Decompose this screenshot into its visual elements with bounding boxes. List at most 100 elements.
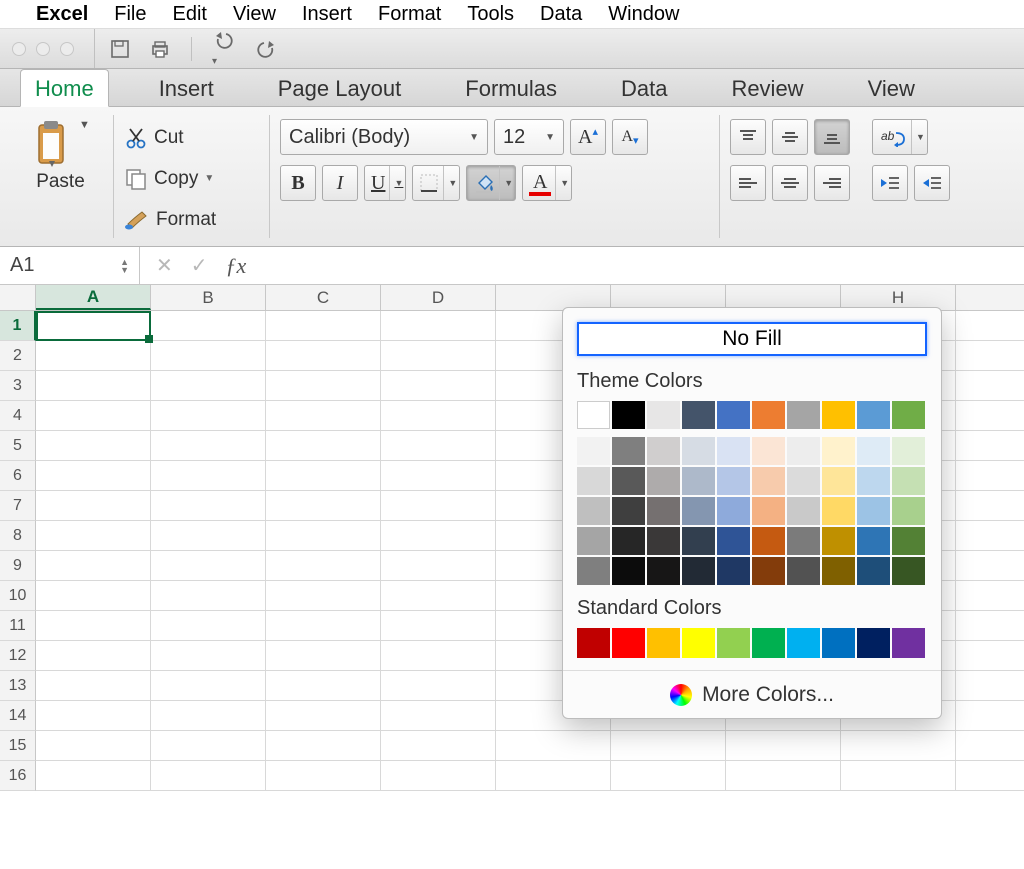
cell[interactable] (611, 761, 726, 790)
row-header[interactable]: 7 (0, 491, 36, 521)
tab-view[interactable]: View (854, 70, 929, 106)
color-swatch[interactable] (752, 557, 785, 585)
menu-format[interactable]: Format (378, 3, 441, 26)
row-header[interactable]: 14 (0, 701, 36, 731)
align-bottom-button[interactable] (814, 119, 850, 155)
decrease-indent-button[interactable] (872, 165, 908, 201)
cell[interactable] (36, 611, 151, 640)
select-all-corner[interactable] (0, 285, 36, 310)
cell[interactable] (381, 581, 496, 610)
cell[interactable] (611, 731, 726, 760)
wrap-text-button[interactable]: ab ▼ (872, 119, 928, 155)
row-header[interactable]: 10 (0, 581, 36, 611)
cell[interactable] (381, 371, 496, 400)
row-header[interactable]: 2 (0, 341, 36, 371)
color-swatch[interactable] (892, 527, 925, 555)
cell[interactable] (36, 641, 151, 670)
save-icon[interactable] (109, 38, 131, 60)
color-swatch[interactable] (647, 497, 680, 525)
cell[interactable] (151, 551, 266, 580)
cell[interactable] (266, 731, 381, 760)
cell[interactable] (381, 731, 496, 760)
column-header[interactable]: A (36, 285, 151, 310)
color-swatch[interactable] (612, 628, 645, 658)
cell[interactable] (381, 311, 496, 340)
cell[interactable] (36, 581, 151, 610)
menu-data[interactable]: Data (540, 3, 582, 26)
underline-button[interactable]: U▼ (364, 165, 406, 201)
row-header[interactable]: 11 (0, 611, 36, 641)
cell[interactable] (381, 431, 496, 460)
column-header[interactable]: B (151, 285, 266, 310)
color-swatch[interactable] (647, 628, 680, 658)
color-swatch[interactable] (787, 557, 820, 585)
cell[interactable] (266, 761, 381, 790)
color-swatch[interactable] (612, 467, 645, 495)
cell[interactable] (151, 461, 266, 490)
cell[interactable] (36, 401, 151, 430)
cell[interactable] (266, 341, 381, 370)
increase-indent-button[interactable] (914, 165, 950, 201)
cell[interactable] (151, 311, 266, 340)
row-header[interactable]: 16 (0, 761, 36, 791)
cell[interactable] (381, 611, 496, 640)
color-swatch[interactable] (822, 437, 855, 465)
cell[interactable] (36, 521, 151, 550)
color-swatch[interactable] (717, 467, 750, 495)
color-swatch[interactable] (787, 401, 820, 429)
no-fill-button[interactable]: No Fill (577, 322, 927, 356)
color-swatch[interactable] (682, 527, 715, 555)
cell[interactable] (266, 401, 381, 430)
cell[interactable] (266, 431, 381, 460)
color-swatch[interactable] (647, 401, 680, 429)
menu-tools[interactable]: Tools (467, 3, 514, 26)
cell[interactable] (151, 521, 266, 550)
cell[interactable] (381, 401, 496, 430)
font-color-button[interactable]: A ▼ (522, 165, 572, 201)
color-swatch[interactable] (752, 628, 785, 658)
color-swatch[interactable] (647, 437, 680, 465)
color-swatch[interactable] (892, 628, 925, 658)
color-swatch[interactable] (577, 467, 610, 495)
tab-formulas[interactable]: Formulas (451, 70, 571, 106)
cell[interactable] (266, 581, 381, 610)
color-swatch[interactable] (787, 437, 820, 465)
cell[interactable] (36, 761, 151, 790)
tab-page-layout[interactable]: Page Layout (264, 70, 416, 106)
color-swatch[interactable] (752, 437, 785, 465)
tab-review[interactable]: Review (717, 70, 817, 106)
menu-window[interactable]: Window (608, 3, 679, 26)
cell[interactable] (266, 611, 381, 640)
cell[interactable] (381, 521, 496, 550)
cell[interactable] (266, 521, 381, 550)
more-colors-button[interactable]: More Colors... (563, 670, 941, 718)
cell[interactable] (381, 701, 496, 730)
minimize-window-button[interactable] (36, 42, 50, 56)
row-header[interactable]: 12 (0, 641, 36, 671)
row-header[interactable]: 9 (0, 551, 36, 581)
color-swatch[interactable] (682, 437, 715, 465)
color-swatch[interactable] (577, 497, 610, 525)
cell[interactable] (151, 641, 266, 670)
cell[interactable] (151, 761, 266, 790)
color-swatch[interactable] (717, 557, 750, 585)
cell[interactable] (266, 671, 381, 700)
color-swatch[interactable] (857, 401, 890, 429)
font-size-combo[interactable]: 12▼ (494, 119, 564, 155)
cancel-formula-button[interactable]: ✕ (156, 253, 173, 278)
row-header[interactable]: 8 (0, 521, 36, 551)
cell[interactable] (841, 731, 956, 760)
cell[interactable] (151, 491, 266, 520)
align-right-button[interactable] (814, 165, 850, 201)
cell[interactable] (381, 671, 496, 700)
cell[interactable] (381, 491, 496, 520)
tab-insert[interactable]: Insert (145, 70, 228, 106)
color-swatch[interactable] (892, 557, 925, 585)
cut-button[interactable]: Cut (124, 119, 259, 156)
align-left-button[interactable] (730, 165, 766, 201)
chevron-down-icon[interactable]: ▼ (911, 120, 925, 154)
zoom-window-button[interactable] (60, 42, 74, 56)
cell[interactable] (266, 311, 381, 340)
font-name-combo[interactable]: Calibri (Body)▼ (280, 119, 488, 155)
format-painter-button[interactable]: Format (124, 201, 259, 238)
